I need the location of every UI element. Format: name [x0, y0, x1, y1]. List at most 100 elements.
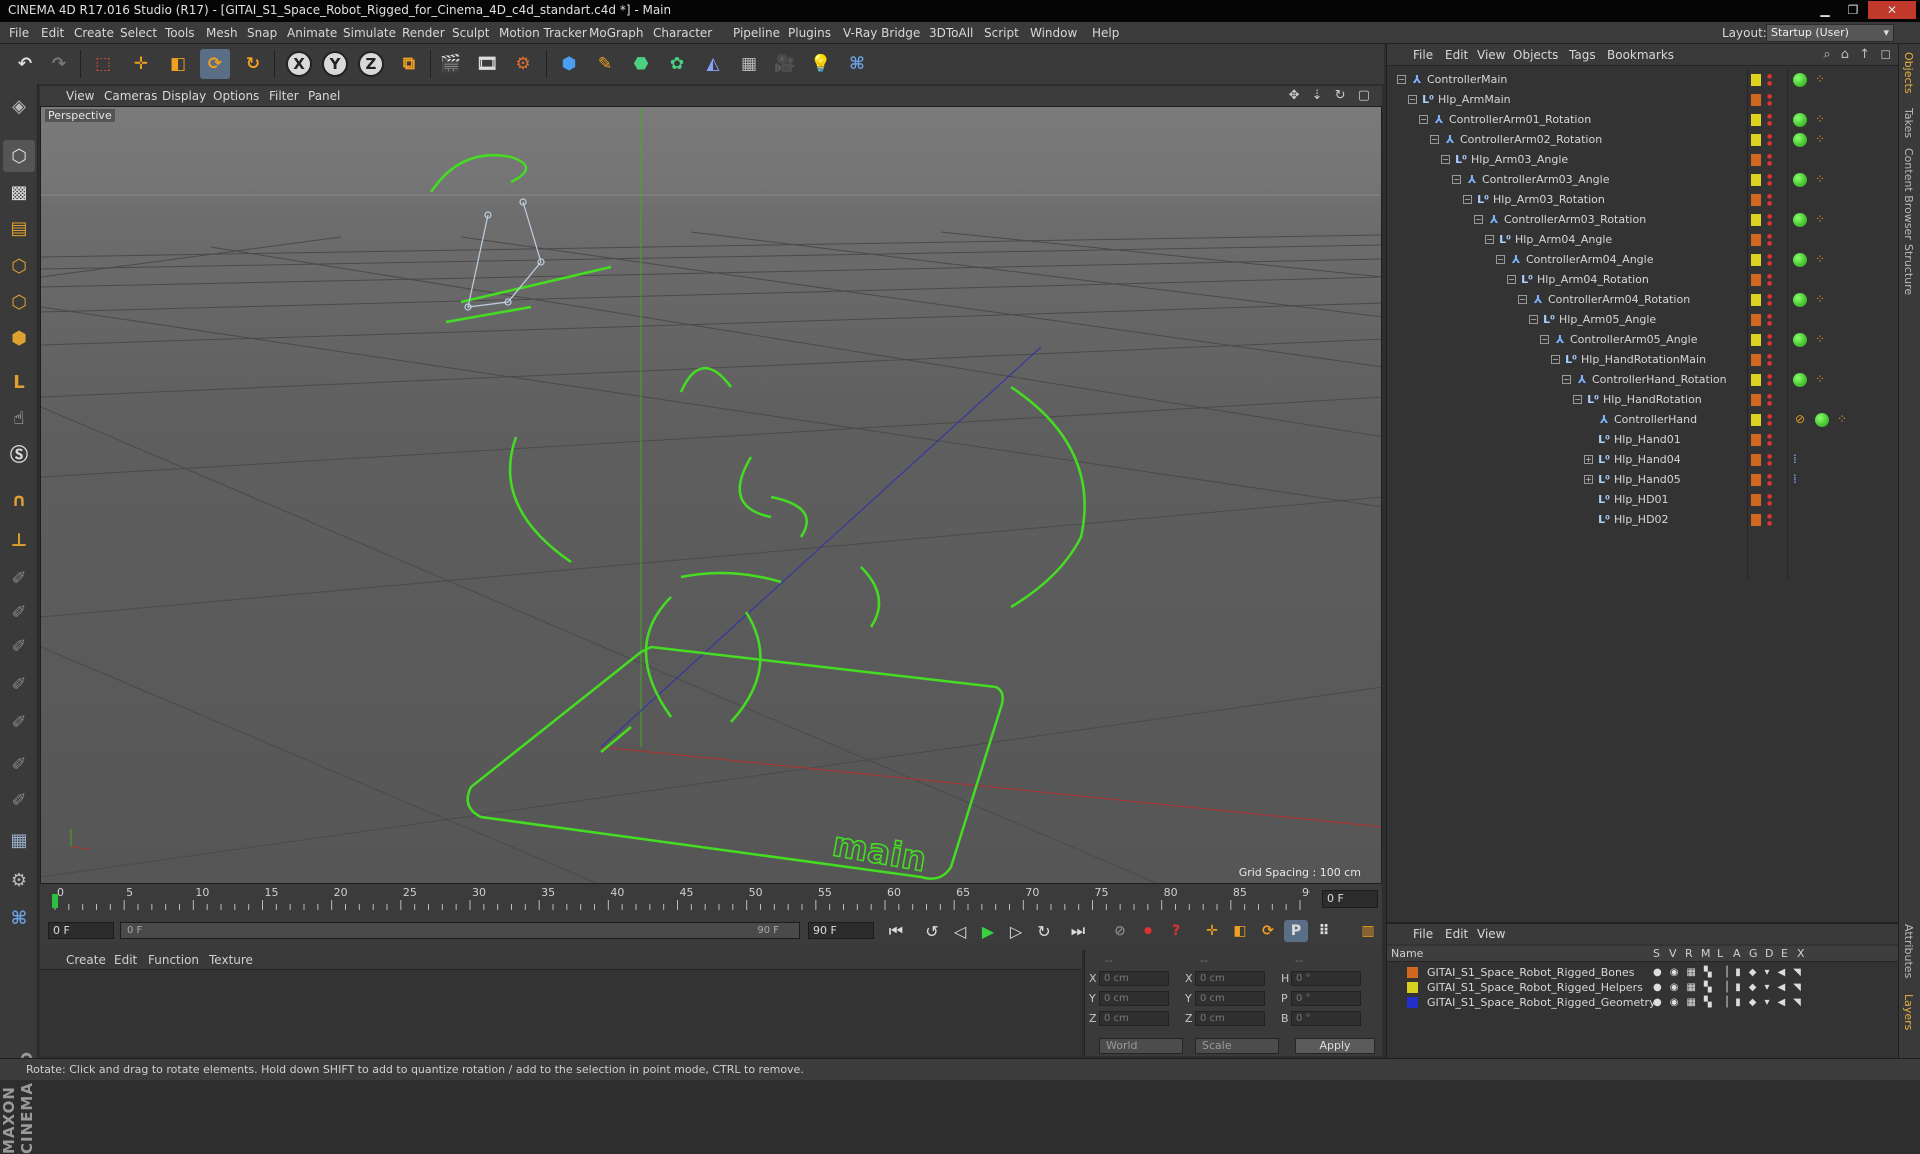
- polygons-mode-icon[interactable]: ⬢: [3, 322, 35, 354]
- object-row[interactable]: − L⁰ Hlp_Arm03_Rotation ● ●: [1387, 190, 1899, 210]
- expand-toggle-icon[interactable]: −: [1551, 355, 1560, 364]
- menu-snap[interactable]: Snap: [247, 22, 277, 44]
- viewport-menu-panel[interactable]: Panel: [308, 86, 340, 106]
- menu-character[interactable]: Character: [653, 22, 712, 44]
- visibility-dots-icon[interactable]: ● ●: [1767, 173, 1773, 187]
- snap-icon[interactable]: Ⓢ: [3, 438, 35, 470]
- constraint-tag-icon[interactable]: [1793, 293, 1807, 307]
- menu-motion-tracker[interactable]: Motion Tracker: [499, 22, 587, 44]
- controller-hand-rotation[interactable]: [1010, 385, 1086, 609]
- layer-swatch[interactable]: [1751, 434, 1761, 446]
- controller-arm01-rotation[interactable]: [429, 153, 528, 193]
- om-menu-edit[interactable]: Edit: [1445, 44, 1468, 66]
- visibility-dots-icon[interactable]: ● ●: [1767, 153, 1773, 167]
- layer-row-geometry[interactable]: GITAI_S1_Space_Robot_Rigged_Geometry ●◉▦…: [1387, 995, 1899, 1010]
- expand-toggle-icon[interactable]: +: [1584, 455, 1593, 464]
- python-script-icon[interactable]: ⌘: [3, 902, 35, 934]
- object-name[interactable]: Hlp_HD01: [1614, 490, 1669, 510]
- grid-icon[interactable]: ▦: [3, 824, 35, 856]
- layer-swatch[interactable]: [1751, 374, 1761, 386]
- object-name[interactable]: Hlp_Arm03_Rotation: [1493, 190, 1605, 210]
- controller-arm04-rotation[interactable]: [508, 436, 572, 564]
- menu-mesh[interactable]: Mesh: [206, 22, 238, 44]
- brush-p-icon[interactable]: ✐: [3, 596, 35, 628]
- visibility-dots-icon[interactable]: ● ●: [1767, 213, 1773, 227]
- visibility-dots-icon[interactable]: ● ●: [1767, 353, 1773, 367]
- object-row[interactable]: + L⁰ Hlp_Hand05 ● ● ⁞: [1387, 470, 1899, 490]
- time-range-slider[interactable]: 0 F 90 F: [120, 922, 800, 939]
- coord-mode-dropdown[interactable]: Scale: [1195, 1038, 1279, 1054]
- layer-swatch[interactable]: [1751, 174, 1761, 186]
- object-row[interactable]: L⁰ Hlp_HD01 ● ●: [1387, 490, 1899, 510]
- axis-mode-icon[interactable]: L: [3, 366, 35, 398]
- next-key-icon[interactable]: ↻: [1032, 920, 1056, 942]
- om-menu-tags[interactable]: Tags: [1569, 44, 1596, 66]
- object-row[interactable]: − L⁰ Hlp_ArmMain ● ●: [1387, 90, 1899, 110]
- visibility-dots-icon[interactable]: ● ●: [1767, 413, 1773, 427]
- brush-r-icon[interactable]: ✐: [3, 630, 35, 662]
- python-icon[interactable]: ⌘: [842, 49, 872, 79]
- rotation-b-field[interactable]: 0 °: [1291, 1011, 1361, 1026]
- controller-arm04-angle[interactable]: [738, 456, 772, 519]
- menu-render[interactable]: Render: [402, 22, 445, 44]
- object-row[interactable]: L⁰ Hlp_Hand01 ● ●: [1387, 430, 1899, 450]
- joint-tool-icon[interactable]: ⊥: [3, 524, 35, 556]
- current-frame-field[interactable]: 0 F: [1322, 890, 1378, 908]
- object-row[interactable]: − ⅄ ControllerArm01_Rotation ● ● ⁘: [1387, 110, 1899, 130]
- viewport-camera-label[interactable]: Perspective: [45, 109, 115, 122]
- object-name[interactable]: Hlp_Arm05_Angle: [1559, 310, 1656, 330]
- key-move-icon[interactable]: ✛: [1200, 920, 1224, 942]
- controller-hand[interactable]: [860, 566, 881, 628]
- controller-arm02[interactable]: [460, 265, 612, 304]
- menu-script[interactable]: Script: [984, 22, 1019, 44]
- playhead[interactable]: [52, 894, 58, 908]
- material-menu-function[interactable]: Function: [148, 950, 199, 970]
- object-row[interactable]: − ⅄ ControllerArm02_Rotation ● ● ⁘: [1387, 130, 1899, 150]
- size-x-field[interactable]: 0 cm: [1195, 971, 1265, 986]
- visibility-dots-icon[interactable]: ● ●: [1767, 453, 1773, 467]
- cube-icon[interactable]: ⬢: [554, 49, 584, 79]
- menu-plugins[interactable]: Plugins: [788, 22, 831, 44]
- paint-tool-icon[interactable]: ✐: [3, 562, 35, 594]
- selection-tag-icon[interactable]: ⁞: [1793, 472, 1797, 486]
- play-icon[interactable]: ▶: [976, 920, 1000, 942]
- expand-toggle-icon[interactable]: −: [1573, 395, 1582, 404]
- tab-objects[interactable]: Objects: [1902, 52, 1915, 94]
- layer-swatch[interactable]: [1751, 294, 1761, 306]
- expand-toggle-icon[interactable]: +: [1584, 475, 1593, 484]
- menu-pipeline[interactable]: Pipeline: [733, 22, 780, 44]
- om-toolbar-icons[interactable]: ⌕ ⌂ ↑ ◻: [1823, 47, 1894, 62]
- layer-swatch[interactable]: [1751, 134, 1761, 146]
- expand-toggle-icon[interactable]: −: [1397, 75, 1406, 84]
- layer-flags[interactable]: ●◉▦▚▕▮◆▾◀◥: [1653, 980, 1809, 995]
- object-name[interactable]: ControllerArm05_Angle: [1570, 330, 1697, 350]
- layer-swatch[interactable]: [1751, 254, 1761, 266]
- tab-takes[interactable]: Takes: [1902, 108, 1915, 138]
- expand-toggle-icon[interactable]: −: [1452, 175, 1461, 184]
- object-row[interactable]: − ⅄ ControllerArm03_Angle ● ● ⁘: [1387, 170, 1899, 190]
- object-row[interactable]: − ⅄ ControllerMain ● ● ⁘: [1387, 70, 1899, 90]
- object-name[interactable]: Hlp_Hand05: [1614, 470, 1681, 490]
- x-axis-lock-icon[interactable]: X: [286, 51, 312, 77]
- layer-row-bones[interactable]: GITAI_S1_Space_Robot_Rigged_Bones ●◉▦▚▕▮…: [1387, 965, 1899, 980]
- scale-icon[interactable]: ◧: [163, 49, 193, 79]
- expand-toggle-icon[interactable]: −: [1562, 375, 1571, 384]
- render-view-icon[interactable]: 🎬: [436, 49, 466, 79]
- expand-toggle-icon[interactable]: −: [1507, 275, 1516, 284]
- xpresso-tag-icon[interactable]: ⁘: [1815, 132, 1825, 146]
- layer-swatch[interactable]: [1751, 154, 1761, 166]
- layer-swatch[interactable]: [1751, 214, 1761, 226]
- xpresso-tag-icon[interactable]: ⁘: [1815, 172, 1825, 186]
- object-row[interactable]: − L⁰ Hlp_Arm04_Rotation ● ●: [1387, 270, 1899, 290]
- object-name[interactable]: Hlp_Arm03_Angle: [1471, 150, 1568, 170]
- key-rotate-icon[interactable]: ⟳: [1256, 920, 1280, 942]
- spline-chamfer-icon[interactable]: ✐: [3, 784, 35, 816]
- viewport-menu-filter[interactable]: Filter: [269, 86, 299, 106]
- visibility-dots-icon[interactable]: ● ●: [1767, 473, 1773, 487]
- expand-toggle-icon[interactable]: −: [1529, 315, 1538, 324]
- controller-arm03-angle[interactable]: [679, 367, 732, 393]
- menu-mograph[interactable]: MoGraph: [589, 22, 644, 44]
- object-name[interactable]: ControllerArm02_Rotation: [1460, 130, 1602, 150]
- menu-tools[interactable]: Tools: [165, 22, 195, 44]
- object-row[interactable]: − ⅄ ControllerArm03_Rotation ● ● ⁘: [1387, 210, 1899, 230]
